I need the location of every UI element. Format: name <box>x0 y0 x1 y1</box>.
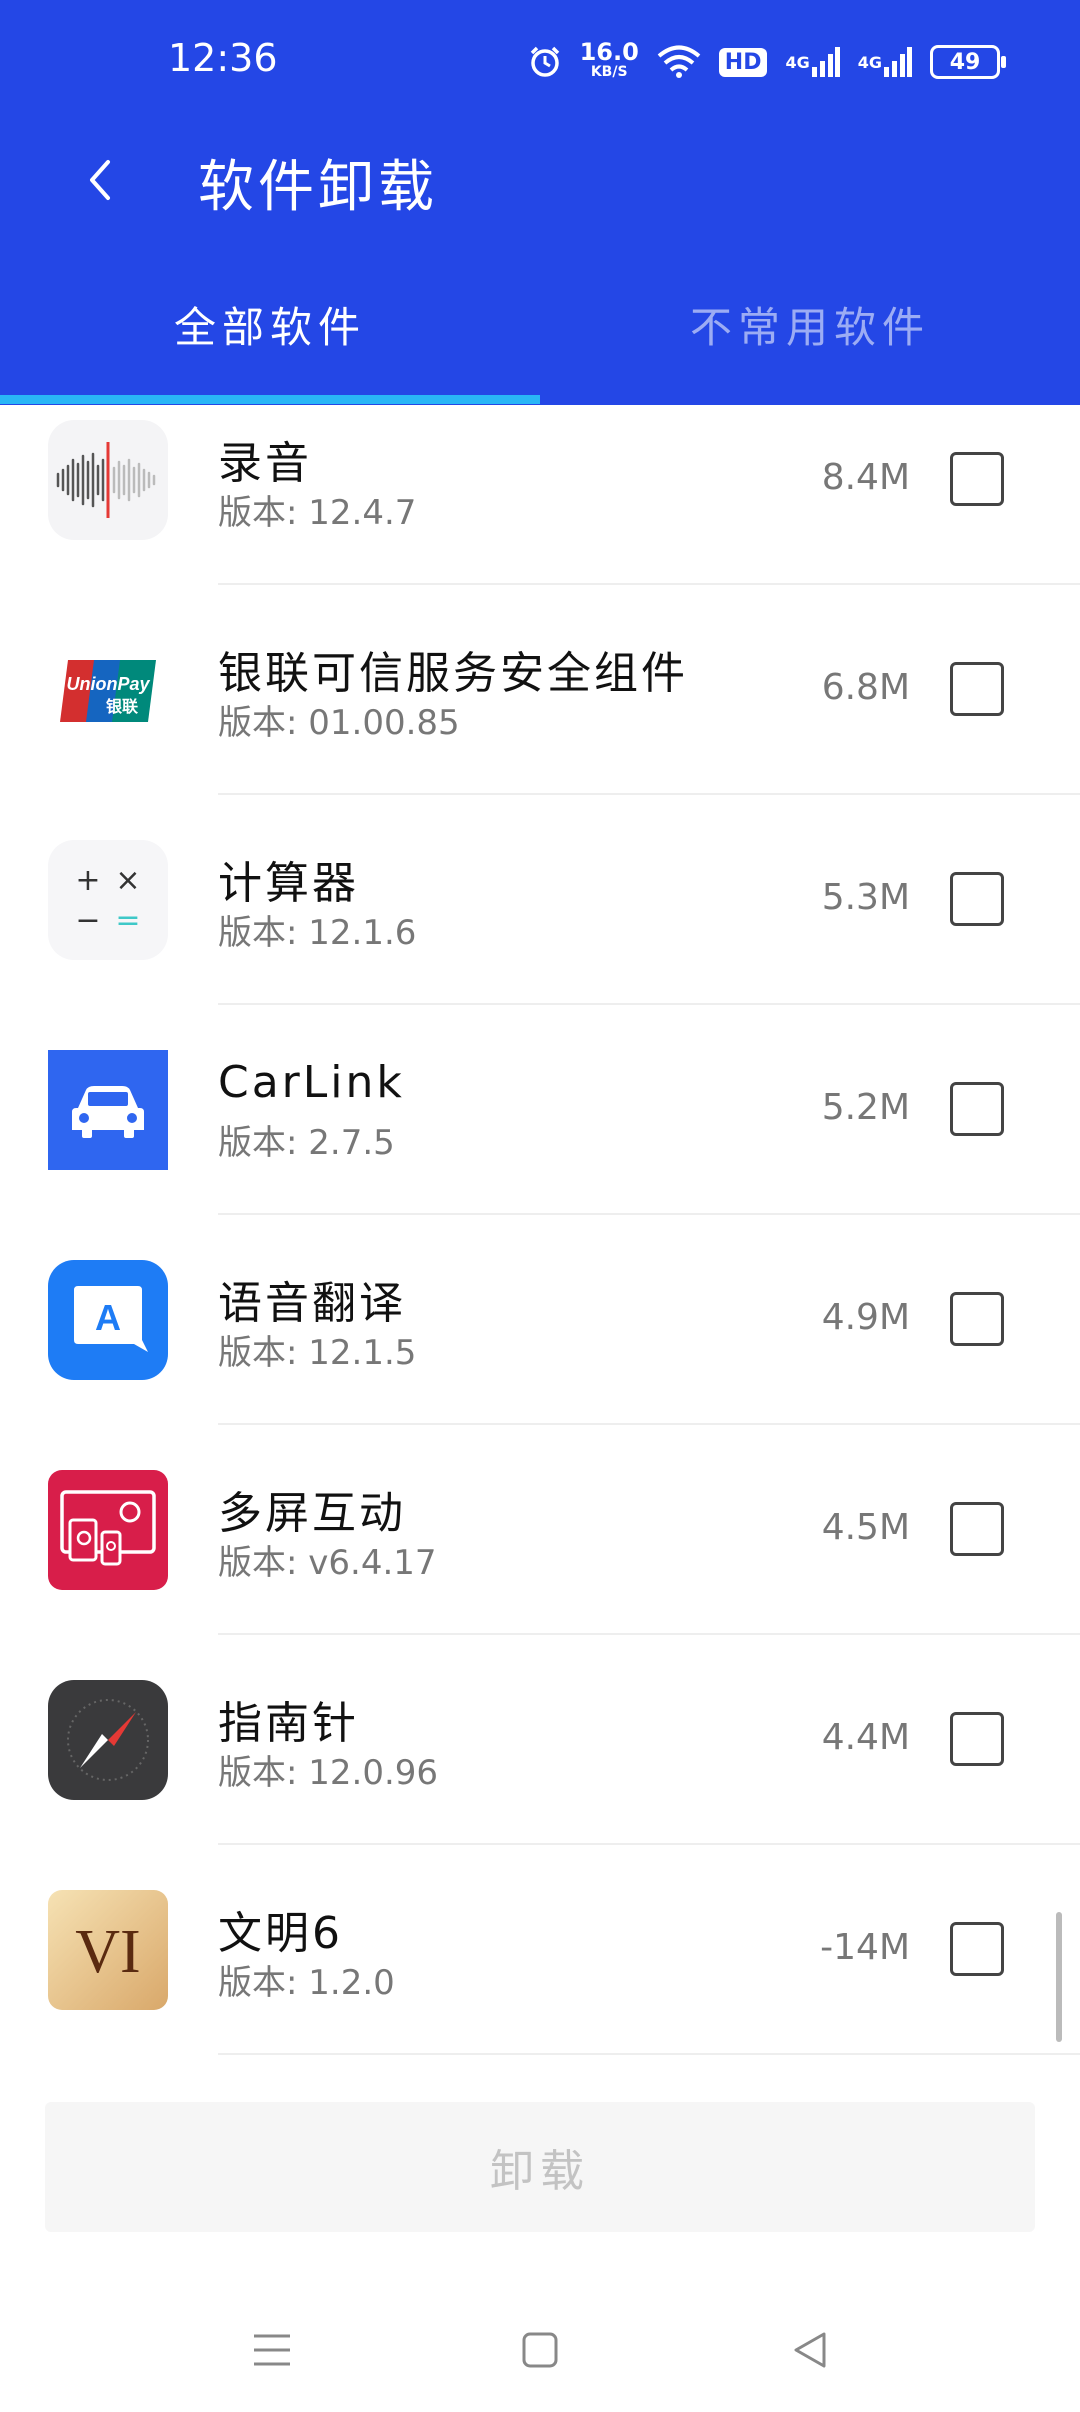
battery-level: 49 <box>930 45 1006 79</box>
app-checkbox[interactable] <box>950 1502 1004 1556</box>
home-square-icon <box>522 2332 558 2368</box>
app-name: 银联可信服务安全组件 <box>218 648 688 699</box>
divider <box>218 1843 1080 1845</box>
triangle-back-icon <box>794 2332 826 2368</box>
list-item[interactable]: A 语音翻译 版本: 12.1.5 4.9M <box>0 1245 1080 1455</box>
list-item[interactable]: CarLink 版本: 2.7.5 5.2M <box>0 1035 1080 1245</box>
app-version: 版本: 2.7.5 <box>218 1123 395 1163</box>
app-checkbox[interactable] <box>950 1082 1004 1136</box>
calc-equals: = <box>115 903 140 938</box>
system-nav-bar <box>0 2280 1080 2412</box>
alarm-icon <box>528 45 562 79</box>
app-version: 版本: v6.4.17 <box>218 1543 437 1583</box>
app-name: 指南针 <box>218 1698 359 1749</box>
status-time: 12:36 <box>168 36 278 80</box>
app-name: 多屏互动 <box>218 1488 406 1539</box>
status-bar: 12:36 16.0 KB/S HD 4G 4G 49 <box>0 0 1080 120</box>
tab-bar: 全部软件 不常用软件 <box>0 290 1080 405</box>
translate-letter: A <box>95 1297 121 1338</box>
app-list[interactable]: 录音 版本: 12.4.7 8.4M UnionPay 银联 银联可信服务安全组… <box>0 405 1080 2055</box>
app-checkbox[interactable] <box>950 662 1004 716</box>
app-checkbox[interactable] <box>950 1712 1004 1766</box>
divider <box>218 1003 1080 1005</box>
app-size: 4.5M <box>821 1507 910 1548</box>
menu-icon <box>254 2334 290 2366</box>
list-item[interactable]: UnionPay 银联 银联可信服务安全组件 版本: 01.00.85 6.8M <box>0 615 1080 825</box>
divider <box>218 583 1080 585</box>
signal-icon-1: 4G <box>785 47 840 77</box>
app-name: 语音翻译 <box>218 1278 406 1329</box>
wifi-icon <box>657 45 701 79</box>
divider <box>218 1633 1080 1635</box>
multiscreen-icon <box>48 1470 168 1590</box>
app-name: CarLink <box>218 1057 405 1108</box>
app-checkbox[interactable] <box>950 1292 1004 1346</box>
battery-icon: 49 <box>930 45 1006 79</box>
speed-unit: KB/S <box>590 64 628 80</box>
app-size: 5.3M <box>821 877 910 918</box>
app-size: -14M <box>820 1927 910 1968</box>
list-item[interactable]: + × − = 计算器 版本: 12.1.6 5.3M <box>0 825 1080 1035</box>
status-icons: 16.0 KB/S HD 4G 4G 49 <box>528 38 1006 86</box>
app-size: 8.4M <box>821 457 910 498</box>
app-version: 版本: 12.0.96 <box>218 1753 439 1793</box>
app-header: 12:36 16.0 KB/S HD 4G 4G 49 软件卸载 全部软件 不常… <box>0 0 1080 405</box>
speed-value: 16.0 <box>579 38 639 66</box>
car-icon <box>48 1050 168 1170</box>
app-name: 录音 <box>218 438 312 489</box>
page-title: 软件卸载 <box>198 155 438 220</box>
divider <box>218 1213 1080 1215</box>
back-nav-button[interactable] <box>780 2320 840 2380</box>
recorder-icon <box>48 420 168 540</box>
tab-all-apps[interactable]: 全部软件 <box>0 290 540 405</box>
back-button[interactable] <box>70 145 130 215</box>
chevron-left-icon <box>90 160 110 200</box>
compass-icon <box>48 1680 168 1800</box>
list-item[interactable]: 指南针 版本: 12.0.96 4.4M <box>0 1665 1080 1875</box>
signal-icon-2: 4G <box>858 47 912 77</box>
divider <box>218 793 1080 795</box>
menu-button[interactable] <box>242 2320 302 2380</box>
app-checkbox[interactable] <box>950 452 1004 506</box>
app-size: 5.2M <box>821 1087 910 1128</box>
unionpay-cn-text: 银联 <box>106 697 138 716</box>
list-item[interactable]: VI 文明6 版本: 1.2.0 -14M <box>0 1875 1080 2055</box>
app-size: 4.4M <box>821 1717 910 1758</box>
calculator-icon: + × − = <box>48 840 168 960</box>
home-button[interactable] <box>510 2320 570 2380</box>
divider <box>218 2053 1080 2055</box>
app-version: 版本: 12.1.5 <box>218 1333 417 1373</box>
app-version: 版本: 12.4.7 <box>218 493 417 533</box>
app-size: 4.9M <box>821 1297 910 1338</box>
divider <box>218 1423 1080 1425</box>
scrollbar[interactable] <box>1056 1912 1062 2042</box>
app-checkbox[interactable] <box>950 872 1004 926</box>
app-version: 版本: 01.00.85 <box>218 703 460 743</box>
app-version: 版本: 12.1.6 <box>218 913 417 953</box>
app-name: 计算器 <box>218 858 359 909</box>
app-name: 文明6 <box>218 1908 343 1959</box>
app-checkbox[interactable] <box>950 1922 1004 1976</box>
list-item[interactable]: 多屏互动 版本: v6.4.17 4.5M <box>0 1455 1080 1665</box>
app-version: 版本: 1.2.0 <box>218 1963 395 2003</box>
app-size: 6.8M <box>821 667 910 708</box>
hd-icon: HD <box>718 47 768 77</box>
civ-text: VI <box>75 1918 140 1986</box>
tab-unused-apps[interactable]: 不常用软件 <box>540 290 1080 405</box>
calc-times: × <box>115 863 140 898</box>
tab-indicator <box>0 395 540 404</box>
unionpay-text: UnionPay <box>66 674 150 694</box>
calc-plus: + <box>75 863 100 898</box>
translate-icon: A <box>48 1260 168 1380</box>
uninstall-button[interactable]: 卸载 <box>45 2102 1035 2232</box>
network-speed: 16.0 KB/S <box>579 38 639 82</box>
unionpay-icon: UnionPay 银联 <box>48 630 168 750</box>
civilization-icon: VI <box>48 1890 168 2010</box>
calc-minus: − <box>75 903 100 938</box>
list-item[interactable]: 录音 版本: 12.4.7 8.4M <box>0 405 1080 615</box>
